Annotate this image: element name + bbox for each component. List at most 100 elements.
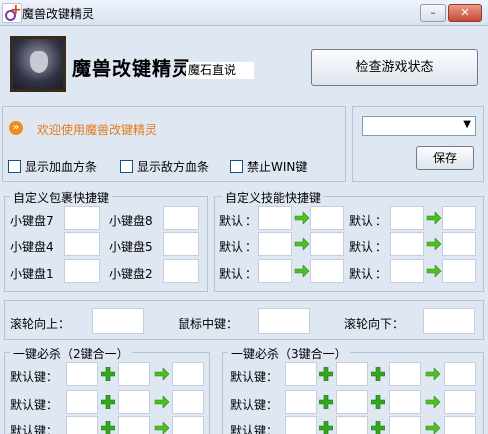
app-icon: + [2, 2, 22, 23]
green-arrow-icon [294, 237, 310, 251]
numpad7-label: 小键盘7 [10, 214, 54, 228]
combo2-default-key-label: 默认键： [10, 424, 59, 434]
numpad7-input[interactable] [64, 206, 100, 230]
mouse-keys-group [4, 300, 484, 340]
chevron-down-icon: ▼ [463, 119, 471, 130]
profile-select[interactable]: ▼ [362, 116, 476, 136]
check-game-status-button[interactable]: 检查游戏状态 [311, 49, 478, 86]
green-arrow-icon [426, 264, 442, 278]
numpad1-input[interactable] [64, 259, 100, 283]
double-chevron-icon: » [9, 121, 23, 135]
green-arrow-icon [294, 211, 310, 225]
combo3-key1-input[interactable] [285, 390, 317, 414]
wheel-down-input[interactable] [423, 308, 475, 334]
green-arrow-icon [154, 367, 170, 381]
show-ally-hp-checkbox[interactable]: 显示加血方条 [8, 158, 97, 174]
numpad1-label: 小键盘1 [10, 267, 54, 281]
combo2-result-input[interactable] [172, 390, 204, 414]
combo3-key2-input[interactable] [336, 362, 368, 386]
wheel-up-label: 滚轮向上： [10, 317, 71, 331]
show-enemy-hp-checkbox[interactable]: 显示敌方血条 [120, 158, 209, 174]
combo3-result-input[interactable] [444, 390, 476, 414]
combo2-key2-input[interactable] [118, 390, 150, 414]
combo3-key3-input[interactable] [389, 362, 421, 386]
skill-default-label: 默认 [349, 214, 374, 228]
green-plus-icon [100, 420, 116, 434]
middle-click-label: 鼠标中键： [178, 317, 239, 331]
combo3-key1-input[interactable] [285, 362, 317, 386]
combo2-key2-input[interactable] [118, 362, 150, 386]
welcome-text: 欢迎使用魔兽改键精灵 [37, 123, 158, 137]
skill-default-label: 默认 [219, 240, 244, 254]
skill-mapped-input[interactable] [310, 259, 344, 283]
combo2-key1-input[interactable] [66, 390, 98, 414]
green-arrow-icon [154, 395, 170, 409]
combo3-key3-input[interactable] [389, 390, 421, 414]
combo2-result-input[interactable] [172, 416, 204, 434]
numpad2-label: 小键盘2 [109, 267, 153, 281]
skill-original-input[interactable] [258, 206, 292, 230]
close-button[interactable]: ✕ [448, 4, 482, 22]
combo2-legend: 一键必杀（2键合一） [10, 345, 132, 362]
skill-original-input[interactable] [390, 232, 424, 256]
app-title: 魔兽改键精灵 [72, 58, 193, 80]
combo3-legend: 一键必杀（3键合一） [228, 345, 350, 362]
skill-mapped-input[interactable] [442, 232, 476, 256]
skill-original-input[interactable] [390, 206, 424, 230]
subtitle-label: 魔石直说 [186, 62, 254, 79]
skill-colon: ： [245, 240, 258, 254]
green-arrow-icon [425, 367, 441, 381]
numpad5-label: 小键盘5 [109, 240, 153, 254]
skill-default-label: 默认 [219, 214, 244, 228]
minimize-button[interactable]: – [420, 4, 446, 22]
green-arrow-icon [425, 395, 441, 409]
skill-legend: 自定义技能快捷键 [222, 189, 325, 206]
skill-default-label: 默认 [349, 240, 374, 254]
numpad4-label: 小键盘4 [10, 240, 54, 254]
combo3-key1-input[interactable] [285, 416, 317, 434]
skill-default-label: 默认 [219, 267, 244, 281]
numpad2-input[interactable] [163, 259, 199, 283]
skill-colon: ： [245, 214, 258, 228]
numpad8-input[interactable] [163, 206, 199, 230]
combo3-key2-input[interactable] [336, 390, 368, 414]
skill-original-input[interactable] [258, 232, 292, 256]
save-button[interactable]: 保存 [416, 146, 474, 170]
green-arrow-icon [425, 421, 441, 434]
combo2-key1-input[interactable] [66, 362, 98, 386]
combo3-key2-input[interactable] [336, 416, 368, 434]
combo2-key2-input[interactable] [118, 416, 150, 434]
combo3-result-input[interactable] [444, 362, 476, 386]
green-arrow-icon [426, 211, 442, 225]
skill-mapped-input[interactable] [310, 206, 344, 230]
title-bar: + 魔兽改键精灵 – ✕ [0, 0, 488, 26]
green-plus-icon [370, 420, 386, 434]
skill-mapped-input[interactable] [310, 232, 344, 256]
numpad4-input[interactable] [64, 232, 100, 256]
skill-mapped-input[interactable] [442, 206, 476, 230]
green-arrow-icon [426, 237, 442, 251]
skill-colon: ： [375, 240, 388, 254]
combo2-result-input[interactable] [172, 362, 204, 386]
middle-click-input[interactable] [258, 308, 310, 334]
skill-colon: ： [375, 214, 388, 228]
green-plus-icon [370, 366, 386, 382]
inventory-legend: 自定义包裹快捷键 [10, 189, 113, 206]
skill-default-label: 默认 [349, 267, 374, 281]
green-plus-icon [318, 366, 334, 382]
green-plus-icon [370, 394, 386, 410]
skill-mapped-input[interactable] [442, 259, 476, 283]
numpad5-input[interactable] [163, 232, 199, 256]
wheel-up-input[interactable] [92, 308, 144, 334]
combo3-result-input[interactable] [444, 416, 476, 434]
skill-original-input[interactable] [258, 259, 292, 283]
window-title: 魔兽改键精灵 [22, 7, 95, 21]
combo2-key1-input[interactable] [66, 416, 98, 434]
skill-original-input[interactable] [390, 259, 424, 283]
combo3-default-key-label: 默认键： [230, 398, 279, 412]
green-arrow-icon [154, 421, 170, 434]
combo3-default-key-label: 默认键： [230, 370, 279, 384]
disable-win-key-checkbox[interactable]: 禁止WIN键 [230, 158, 307, 174]
wheel-down-label: 滚轮向下： [344, 317, 405, 331]
combo3-key3-input[interactable] [389, 416, 421, 434]
